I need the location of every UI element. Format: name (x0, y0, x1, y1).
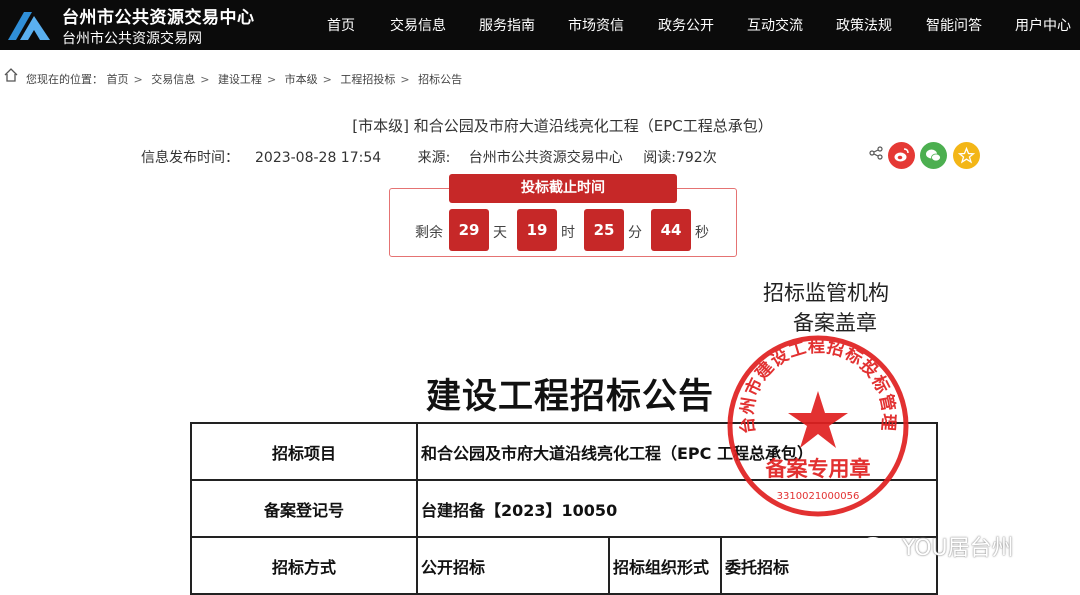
star-icon (958, 147, 975, 164)
table-label: 备案登记号 (190, 479, 418, 538)
top-header: 台州市公共资源交易中心 台州市公共资源交易网 首页 交易信息 服务指南 市场资信… (0, 0, 1080, 50)
wechat-share-button[interactable] (920, 142, 947, 169)
countdown-day-unit: 天 (493, 225, 507, 241)
account-watermark: YOU居台州 (858, 530, 1014, 563)
source-label: 来源: (417, 150, 451, 166)
breadcrumb-bidding[interactable]: 工程招投标 (340, 73, 395, 86)
countdown-minute-unit: 分 (628, 225, 642, 241)
breadcrumb-construction[interactable]: 建设工程 (218, 73, 262, 86)
favorite-button[interactable] (953, 142, 980, 169)
table-label: 招标项目 (190, 422, 418, 481)
weibo-icon (894, 148, 909, 162)
table-row: 招标方式 公开招标 招标组织形式 委托招标 (190, 536, 938, 595)
breadcrumb-separator: > (200, 73, 210, 86)
nav-smart-qa[interactable]: 智能问答 (926, 15, 982, 35)
publish-time: 信息发布时间： 2023-08-28 17:54 (141, 150, 382, 166)
countdown-title: 投标截止时间 (449, 174, 677, 203)
countdown-hours: 19 (517, 209, 557, 251)
countdown-days: 29 (449, 209, 489, 251)
breadcrumb-separator: > (400, 73, 410, 86)
countdown-second-unit: 秒 (695, 225, 709, 241)
countdown-hour-unit: 时 (561, 225, 575, 241)
breadcrumb-separator: > (133, 73, 143, 86)
read-count: 阅读:792次 (643, 150, 717, 166)
nav-gov-affairs[interactable]: 政务公开 (658, 15, 714, 35)
table-value: 公开招标 (416, 536, 610, 595)
main-nav: 首页 交易信息 服务指南 市场资信 政务公开 互动交流 政策法规 智能问答 用户… (0, 15, 1080, 35)
home-icon (4, 68, 18, 82)
breadcrumb-separator: > (266, 73, 277, 86)
breadcrumb-city-level[interactable]: 市本级 (285, 73, 318, 86)
countdown-remaining-label: 剩余 (415, 225, 443, 241)
nav-trade-info[interactable]: 交易信息 (390, 15, 446, 35)
table-label: 招标组织形式 (608, 536, 722, 595)
article-title: [市本级] 和合公园及市府大道沿线亮化工程（EPC工程总承包） (352, 117, 773, 135)
wechat-logo-icon (860, 537, 896, 561)
breadcrumb-trade-info[interactable]: 交易信息 (151, 73, 195, 86)
document-heading: 建设工程招标公告 (426, 377, 715, 417)
svg-text:备案专用章: 备案专用章 (765, 457, 871, 481)
svg-text:3310021000056: 3310021000056 (777, 491, 860, 502)
countdown-minutes: 25 (584, 209, 624, 251)
stamp-caption: 招标监管机构 备案盖章 (763, 281, 889, 335)
article-meta: 信息发布时间： 2023-08-28 17:54 来源: 台州市公共资源交易中心 … (141, 147, 733, 167)
nav-service-guide[interactable]: 服务指南 (479, 15, 535, 35)
weibo-share-button[interactable] (888, 142, 915, 169)
table-label: 招标方式 (190, 536, 418, 595)
breadcrumb-prefix: 您现在的位置： (26, 73, 103, 86)
share-icon[interactable] (869, 146, 883, 160)
official-seal: 台州市建设工程招标投标管理中心 备案专用章 3310021000056 (725, 333, 909, 517)
source-value: 台州市公共资源交易中心 (468, 150, 623, 166)
breadcrumb-separator: > (322, 73, 332, 86)
nav-policy[interactable]: 政策法规 (836, 15, 892, 35)
wechat-icon (926, 149, 941, 162)
breadcrumb-announcement[interactable]: 招标公告 (418, 73, 462, 86)
nav-market-credit[interactable]: 市场资信 (568, 15, 624, 35)
countdown-seconds: 44 (651, 209, 691, 251)
nav-home[interactable]: 首页 (327, 15, 355, 35)
nav-user-center[interactable]: 用户中心 (1015, 15, 1071, 35)
breadcrumb-home[interactable]: 首页 (107, 73, 129, 86)
nav-interaction[interactable]: 互动交流 (747, 15, 803, 35)
